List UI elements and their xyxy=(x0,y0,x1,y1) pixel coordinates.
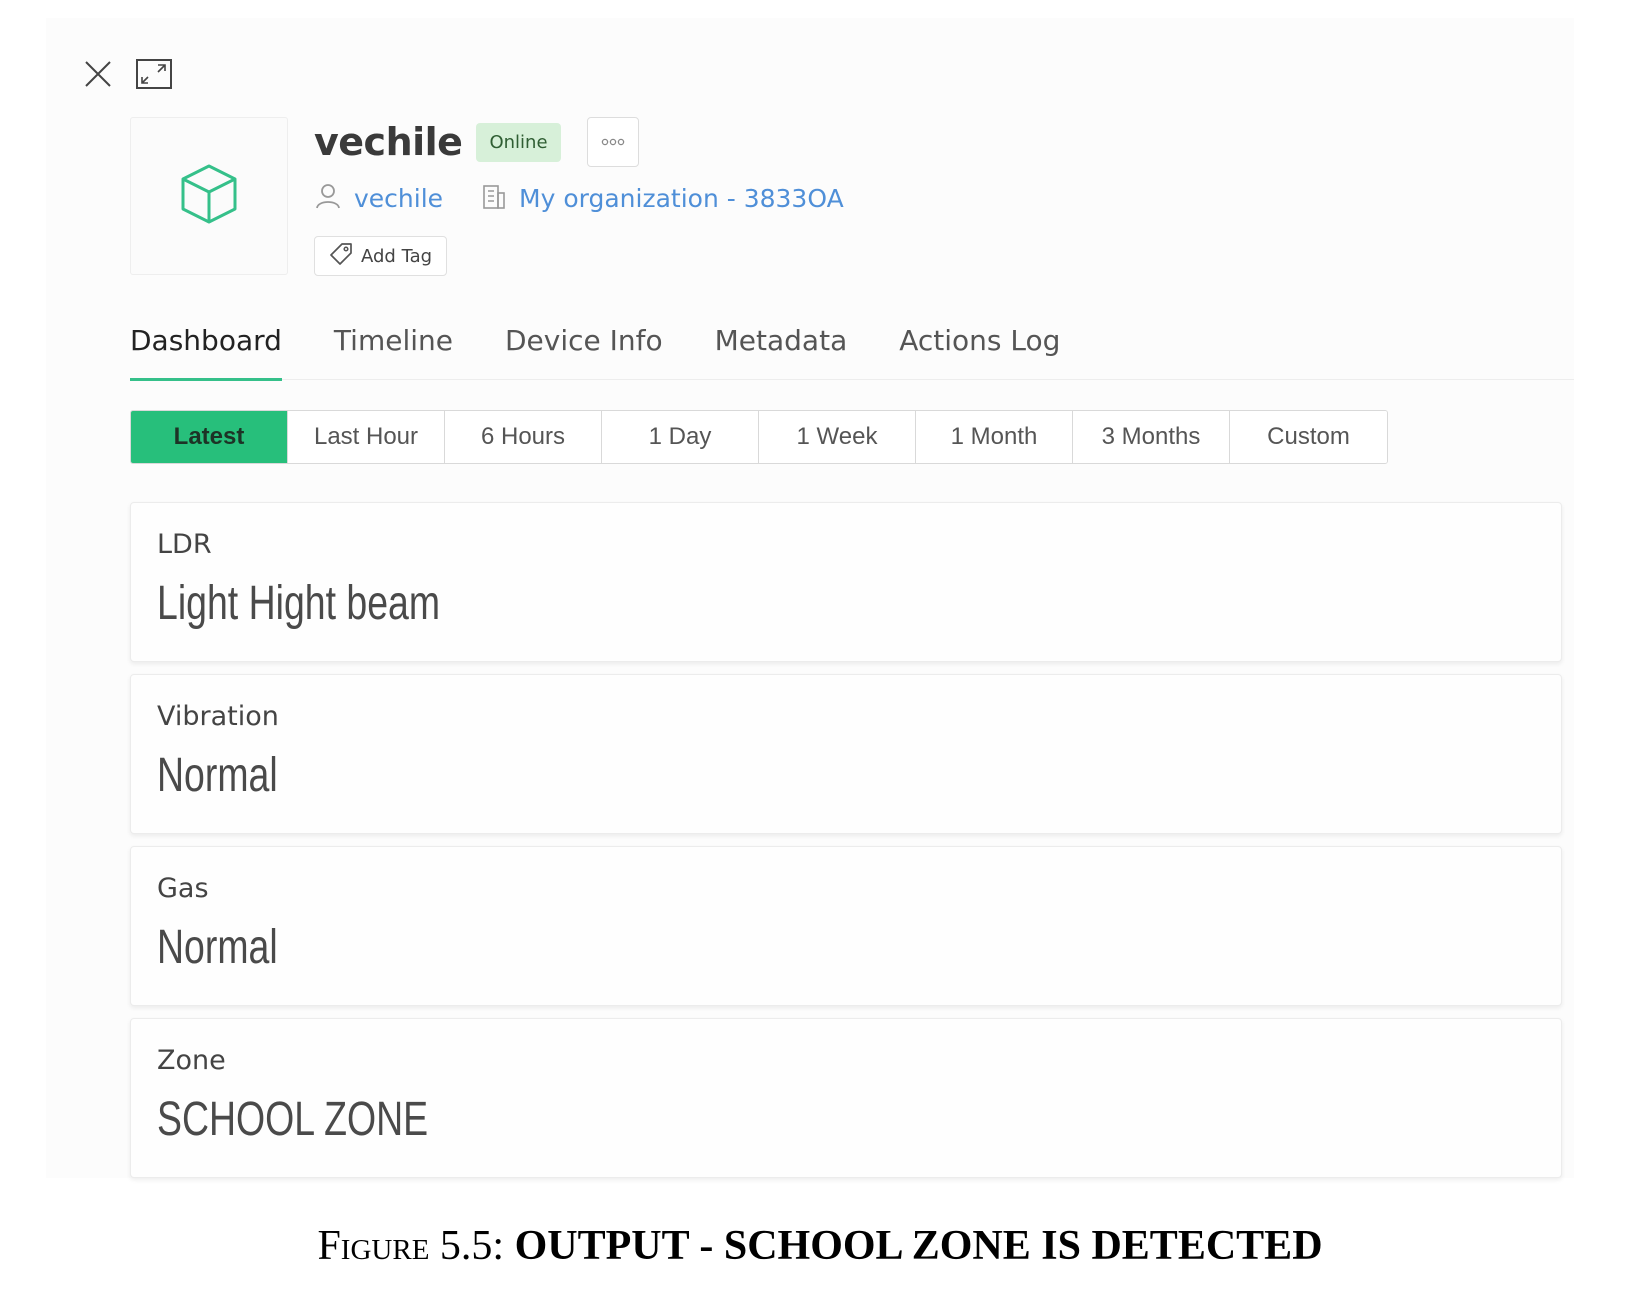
widget-value: Normal xyxy=(157,921,278,974)
more-icon xyxy=(601,133,625,151)
owner-link[interactable]: vechile xyxy=(354,184,443,213)
tab-device-info[interactable]: Device Info xyxy=(505,320,663,380)
device-thumbnail xyxy=(130,117,288,275)
widget-label: LDR xyxy=(157,529,212,560)
range-6-hours-button[interactable]: 6 Hours xyxy=(445,411,602,463)
add-tag-button[interactable]: Add Tag xyxy=(314,236,448,276)
widget-label: Zone xyxy=(157,1045,226,1076)
more-options-button[interactable] xyxy=(586,117,639,167)
figure-caption: Figure 5.5: OUTPUT - SCHOOL ZONE IS DETE… xyxy=(0,1222,1640,1270)
range-1-week-button[interactable]: 1 Week xyxy=(759,411,916,463)
tag-icon xyxy=(329,242,353,271)
widget-ldr: LDR Light Hight beam xyxy=(130,502,1562,662)
tab-metadata[interactable]: Metadata xyxy=(715,320,848,380)
user-icon xyxy=(314,182,342,215)
figure-description: OUTPUT - SCHOOL ZONE IS DETECTED xyxy=(514,1223,1323,1269)
widget-label: Vibration xyxy=(157,701,279,732)
tab-dashboard[interactable]: Dashboard xyxy=(130,320,282,381)
widget-gas: Gas Normal xyxy=(130,846,1562,1006)
device-name: vechile xyxy=(314,120,463,164)
close-icon[interactable] xyxy=(78,54,118,94)
range-latest-button[interactable]: Latest xyxy=(131,411,288,463)
tab-timeline[interactable]: Timeline xyxy=(334,320,453,380)
widget-value: SCHOOL ZONE xyxy=(157,1093,429,1146)
building-icon xyxy=(481,182,507,215)
widget-value: Normal xyxy=(157,749,278,802)
range-3-months-button[interactable]: 3 Months xyxy=(1073,411,1230,463)
status-badge: Online xyxy=(476,122,561,162)
range-1-day-button[interactable]: 1 Day xyxy=(602,411,759,463)
range-1-month-button[interactable]: 1 Month xyxy=(916,411,1073,463)
cube-icon xyxy=(179,163,239,230)
time-range-selector: Latest Last Hour 6 Hours 1 Day 1 Week 1 … xyxy=(130,410,1388,464)
expand-icon[interactable] xyxy=(134,54,174,94)
widget-list: LDR Light Hight beam Vibration Normal Ga… xyxy=(130,502,1562,1190)
device-header: vechile Online xyxy=(314,117,639,167)
range-last-hour-button[interactable]: Last Hour xyxy=(288,411,445,463)
tab-bar: Dashboard Timeline Device Info Metadata … xyxy=(130,320,1574,381)
widget-zone: Zone SCHOOL ZONE xyxy=(130,1018,1562,1178)
range-custom-button[interactable]: Custom xyxy=(1230,411,1387,463)
organization-link[interactable]: My organization - 3833OA xyxy=(519,184,844,213)
widget-label: Gas xyxy=(157,873,209,904)
window-controls xyxy=(78,54,174,94)
tab-actions-log[interactable]: Actions Log xyxy=(899,320,1060,380)
widget-value: Light Hight beam xyxy=(157,577,441,630)
widget-vibration: Vibration Normal xyxy=(130,674,1562,834)
add-tag-label: Add Tag xyxy=(361,245,433,267)
device-meta: vechile My organization - 3833OA xyxy=(314,182,844,215)
figure-number: Figure 5.5: xyxy=(317,1223,505,1269)
